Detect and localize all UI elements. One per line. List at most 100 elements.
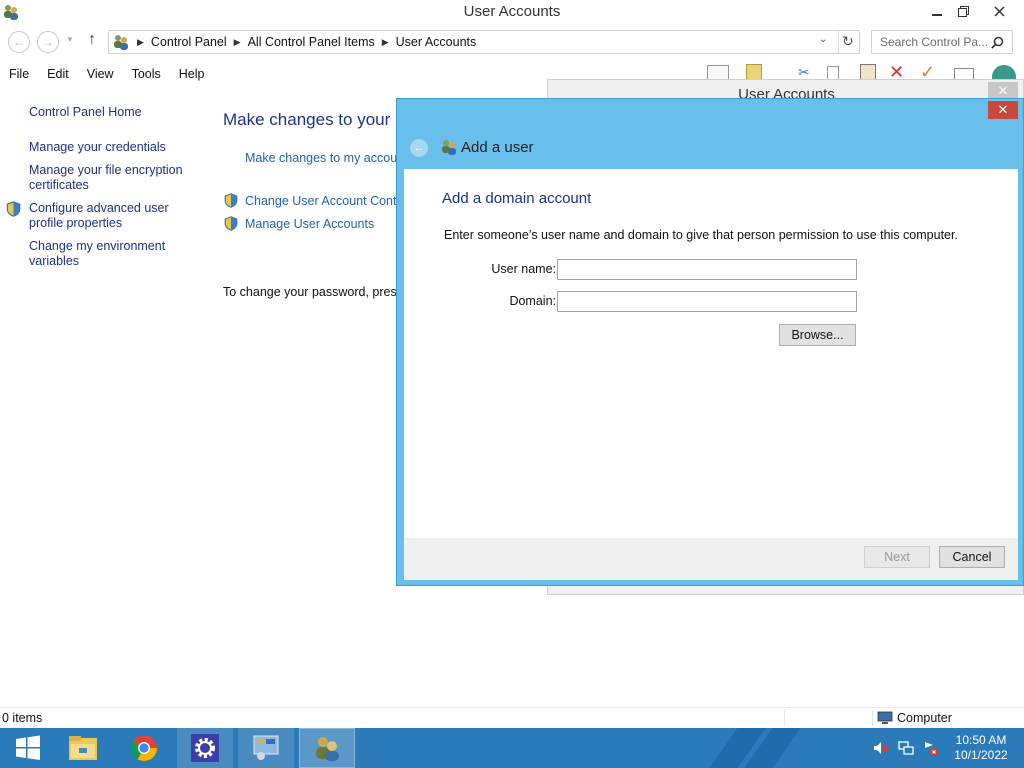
refresh-icon: ↻ bbox=[842, 33, 854, 49]
domain-label: Domain: bbox=[509, 294, 556, 308]
breadcrumb: ▶ Control Panel ▶ All Control Panel Item… bbox=[109, 31, 476, 53]
close-icon bbox=[993, 5, 1005, 17]
gear-icon bbox=[191, 734, 219, 762]
wizard-description: Enter someone’s user name and domain to … bbox=[444, 228, 958, 242]
shield-icon bbox=[6, 201, 21, 217]
environment-variables-link[interactable]: Change my environment variables bbox=[29, 239, 199, 269]
manage-user-accounts-link[interactable]: Manage User Accounts bbox=[245, 217, 374, 231]
taskbar-file-explorer[interactable] bbox=[55, 728, 111, 768]
volume-muted-icon[interactable] bbox=[873, 740, 889, 756]
windows-logo-icon bbox=[16, 735, 40, 760]
title-bar: User Accounts bbox=[0, 0, 1024, 24]
computer-icon bbox=[877, 711, 893, 724]
forward-button[interactable]: → bbox=[37, 31, 59, 53]
up-button[interactable]: ↑ bbox=[88, 31, 96, 49]
address-row: ← → ▼ ↑ ▶ Control Panel ▶ All Control Pa… bbox=[0, 26, 1024, 58]
close-button[interactable] bbox=[976, 0, 1022, 22]
breadcrumb-item[interactable]: User Accounts bbox=[396, 35, 477, 49]
copy-icon[interactable] bbox=[827, 66, 839, 80]
globe-icon[interactable] bbox=[992, 65, 1016, 80]
username-field[interactable] bbox=[557, 259, 857, 280]
username-label: User name: bbox=[491, 262, 556, 276]
layout-icon[interactable] bbox=[707, 65, 729, 80]
properties-icon[interactable] bbox=[746, 64, 762, 80]
paste-icon[interactable] bbox=[860, 64, 876, 80]
page-heading: Make changes to your us bbox=[223, 110, 413, 129]
wizard-close-button[interactable]: ✕ bbox=[988, 101, 1018, 119]
chevron-right-icon: ▶ bbox=[137, 36, 144, 47]
chevron-right-icon: ▶ bbox=[233, 36, 241, 47]
add-user-wizard: ✕ ← Add a user Add a domain account Ente… bbox=[396, 98, 1024, 586]
action-center-icon[interactable] bbox=[922, 740, 938, 756]
arrow-left-icon: ← bbox=[13, 35, 25, 49]
status-bar: 0 items Computer bbox=[0, 707, 1024, 728]
divider bbox=[872, 710, 873, 726]
advanced-profile-link[interactable]: Configure advanced user profile properti… bbox=[29, 201, 199, 231]
address-dropdown-button[interactable]: ⌄ bbox=[819, 34, 827, 45]
refresh-button[interactable]: ↻ bbox=[842, 33, 854, 50]
control-panel-icon bbox=[253, 735, 279, 760]
restore-icon bbox=[957, 5, 969, 17]
chrome-icon bbox=[130, 735, 158, 762]
cancel-button[interactable]: Cancel bbox=[939, 546, 1005, 568]
taskbar-user-accounts[interactable] bbox=[299, 728, 355, 768]
minimize-icon bbox=[932, 14, 942, 16]
manage-credentials-link[interactable]: Manage your credentials bbox=[29, 140, 199, 155]
back-button[interactable]: ← bbox=[8, 31, 30, 53]
control-panel-icon bbox=[114, 35, 128, 50]
toolbar: ✂ ✕ ✓ bbox=[700, 62, 1024, 82]
wizard-title: Add a user bbox=[461, 139, 534, 156]
restore-button[interactable] bbox=[950, 0, 976, 22]
arrow-right-icon: → bbox=[42, 35, 54, 49]
minimize-button[interactable] bbox=[924, 0, 950, 22]
wizard-footer: Next Cancel bbox=[404, 538, 1018, 580]
address-bar[interactable]: ▶ Control Panel ▶ All Control Panel Item… bbox=[108, 30, 860, 54]
wizard-back-button[interactable]: ← bbox=[410, 139, 428, 157]
shield-icon bbox=[224, 193, 238, 208]
taskbar-control-panel[interactable] bbox=[238, 728, 294, 768]
menu-tools[interactable]: Tools bbox=[123, 62, 170, 88]
file-encryption-link[interactable]: Manage your file encryption certificates bbox=[29, 163, 199, 193]
chevron-right-icon: ▶ bbox=[381, 36, 389, 47]
menu-file[interactable]: File bbox=[0, 62, 38, 88]
clock-date: 10/1/2022 bbox=[954, 748, 1008, 762]
menu-help[interactable]: Help bbox=[170, 62, 214, 88]
menu-bar: File Edit View Tools Help bbox=[0, 62, 213, 88]
folder-icon bbox=[69, 736, 97, 760]
clock-time: 10:50 AM bbox=[955, 733, 1007, 747]
window-title: User Accounts bbox=[463, 3, 561, 20]
close-icon: ✕ bbox=[997, 102, 1009, 117]
shield-icon bbox=[224, 216, 238, 231]
network-icon[interactable] bbox=[898, 740, 914, 756]
search-placeholder: Search Control Pa... bbox=[880, 35, 989, 49]
divider bbox=[784, 710, 785, 726]
divider bbox=[838, 31, 839, 53]
taskbar: 10:50 AM 10/1/2022 bbox=[0, 728, 1024, 768]
start-button[interactable] bbox=[0, 728, 56, 768]
domain-field[interactable] bbox=[557, 291, 857, 312]
users-icon bbox=[316, 737, 339, 761]
system-clock[interactable]: 10:50 AM 10/1/2022 bbox=[950, 733, 1012, 763]
menu-view[interactable]: View bbox=[78, 62, 123, 88]
chevron-down-icon: ⌄ bbox=[819, 34, 828, 45]
wizard-body: Add a domain account Enter someone’s use… bbox=[404, 169, 1018, 538]
close-icon: ✕ bbox=[997, 83, 1009, 98]
recent-locations-dropdown[interactable]: ▼ bbox=[66, 35, 74, 44]
make-changes-link[interactable]: Make changes to my accoun bbox=[245, 151, 404, 165]
browse-button[interactable]: Browse... bbox=[779, 324, 856, 346]
menu-edit[interactable]: Edit bbox=[38, 62, 78, 88]
taskbar-settings[interactable] bbox=[177, 728, 233, 768]
search-input[interactable]: Search Control Pa... bbox=[871, 30, 1013, 54]
users-icon bbox=[442, 140, 456, 155]
breadcrumb-item[interactable]: Control Panel bbox=[151, 35, 227, 49]
taskbar-chrome[interactable] bbox=[116, 728, 172, 768]
breadcrumb-item[interactable]: All Control Panel Items bbox=[248, 35, 375, 49]
zone-label: Computer bbox=[897, 711, 952, 725]
control-panel-home-link[interactable]: Control Panel Home bbox=[29, 105, 199, 120]
arrow-left-icon: ← bbox=[413, 142, 425, 154]
next-button[interactable]: Next bbox=[864, 546, 930, 568]
item-count: 0 items bbox=[2, 711, 43, 725]
wizard-heading: Add a domain account bbox=[442, 190, 592, 207]
change-uac-link[interactable]: Change User Account Contro bbox=[245, 194, 408, 208]
search-icon[interactable] bbox=[991, 36, 1004, 49]
